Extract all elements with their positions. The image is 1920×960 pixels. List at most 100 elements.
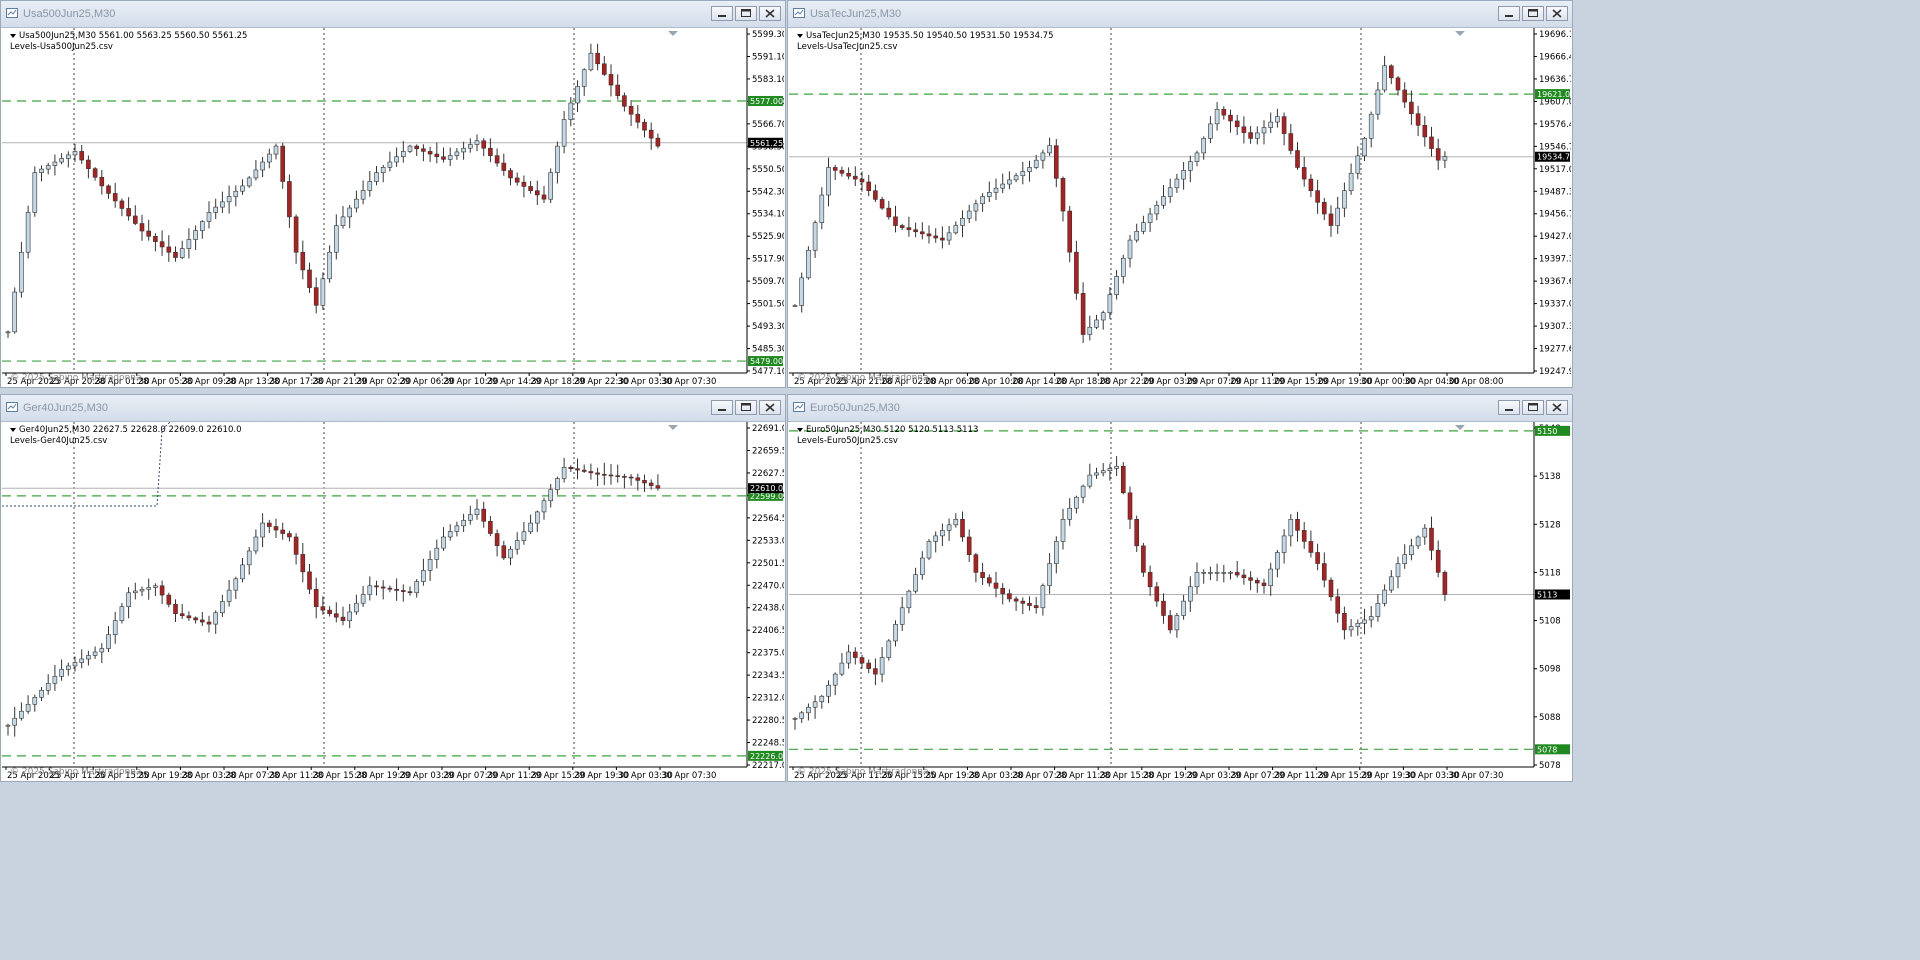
bull-candle: [45, 165, 51, 170]
price-chart[interactable]: 5599.305591.105583.105574.905566.705558.…: [2, 28, 784, 386]
chart-area[interactable]: 19696.1019666.4019636.7019607.0019576.40…: [789, 28, 1571, 386]
bull-candle: [1047, 563, 1052, 586]
bull-candle: [1348, 172, 1354, 191]
bull-candle: [99, 648, 105, 653]
bear-candle: [1120, 465, 1126, 494]
chart-area[interactable]: 5599.305591.105583.105574.905566.705558.…: [2, 28, 784, 386]
bull-candle: [126, 592, 131, 607]
minimize-button[interactable]: [1498, 6, 1520, 21]
price-chart[interactable]: 51485138512851185108509850885078 25 Apr …: [789, 422, 1571, 780]
bear-candle: [1060, 178, 1066, 212]
chart-window-ger40[interactable]: Ger40Jun25,M30 22691.0 22659.5 22627.5 2259…: [0, 394, 786, 782]
price-tick-label: 22248.5: [752, 739, 784, 749]
chart-area[interactable]: 22691.022659.522627.522596.022564.522533…: [2, 422, 784, 780]
one-click-trading-arrow[interactable]: [668, 31, 678, 36]
close-button[interactable]: [759, 6, 781, 21]
bull-candle: [32, 697, 38, 705]
one-click-trading-arrow[interactable]: [668, 425, 678, 430]
close-button[interactable]: [1546, 6, 1568, 21]
price-tick-label: 5525.90: [752, 232, 784, 242]
bull-candle: [112, 620, 118, 635]
chart-window-euro50[interactable]: Euro50Jun25,M30 514851385128511851085098…: [787, 394, 1573, 782]
price-tick-label: 5088: [1539, 713, 1561, 723]
bear-candle: [106, 185, 111, 194]
price-axis[interactable]: 19696.1019666.4019636.7019607.0019576.40…: [1534, 30, 1571, 377]
price-tick-label: 19247.90: [1539, 367, 1571, 377]
level-tag-label: 19621.00: [1537, 90, 1571, 99]
bear-candle: [575, 468, 580, 471]
bull-candle: [12, 717, 17, 726]
maximize-button[interactable]: [735, 400, 757, 415]
collapse-arrow-icon[interactable]: [10, 428, 16, 432]
chart-window-usatec[interactable]: UsaTecJun25,M30 19696.10 19666.40 19636.70…: [787, 0, 1573, 388]
one-click-trading-arrow[interactable]: [1455, 425, 1465, 430]
bear-candle: [1301, 530, 1307, 542]
bull-candle: [1268, 121, 1274, 128]
bull-candle: [266, 153, 272, 163]
bear-candle: [313, 588, 319, 607]
bull-candle: [1033, 159, 1039, 168]
price-axis[interactable]: 5599.305591.105583.105574.905566.705558.…: [747, 30, 784, 377]
bull-candle: [1275, 552, 1280, 570]
bull-candle: [320, 278, 326, 306]
bull-candle: [467, 144, 473, 149]
title-bar[interactable]: Euro50Jun25,M30: [788, 395, 1572, 422]
bull-candle: [1174, 615, 1180, 631]
bear-candle: [287, 181, 292, 218]
price-chart[interactable]: 19696.1019666.4019636.7019607.0019576.40…: [789, 28, 1571, 386]
bear-candle: [394, 588, 399, 591]
bull-candle: [394, 156, 399, 163]
bull-candle: [59, 669, 64, 677]
bear-candle: [648, 129, 654, 139]
chart-window-icon: [793, 402, 805, 412]
bear-candle: [1342, 612, 1347, 631]
bear-candle: [266, 522, 272, 527]
collapse-arrow-icon[interactable]: [797, 34, 803, 38]
bull-candle: [1154, 204, 1160, 215]
chart-window-usa500[interactable]: Usa500Jun25,M30 5599.30 5591.10 5583.10 557…: [0, 0, 786, 388]
bull-candle: [1194, 152, 1200, 162]
close-button[interactable]: [759, 400, 781, 415]
session-separators: [860, 28, 1362, 373]
title-bar[interactable]: UsaTecJun25,M30: [788, 1, 1572, 28]
price-tick-label: 19487.30: [1539, 187, 1571, 197]
bear-candle: [588, 471, 594, 474]
maximize-button[interactable]: [1522, 6, 1544, 21]
chart-area[interactable]: 51485138512851185108509850885078 25 Apr …: [789, 422, 1571, 780]
price-tick-label: 5138: [1539, 472, 1561, 482]
bull-candle: [233, 578, 239, 591]
price-tick-label: 5583.10: [752, 75, 784, 85]
bear-candle: [374, 585, 379, 588]
minimize-button[interactable]: [711, 6, 733, 21]
bull-candle: [1020, 171, 1026, 177]
title-bar[interactable]: Ger40Jun25,M30: [1, 395, 785, 422]
price-axis[interactable]: 22691.022659.522627.522596.022564.522533…: [747, 424, 784, 771]
current-price-tag-label: 22610.0: [750, 484, 783, 493]
bear-candle: [1315, 190, 1320, 203]
maximize-button[interactable]: [1522, 400, 1544, 415]
bull-candle: [133, 590, 138, 594]
maximize-button[interactable]: [735, 6, 757, 21]
candles: [5, 43, 661, 338]
bull-candle: [5, 724, 11, 727]
bull-candle: [213, 206, 218, 213]
bear-candle: [987, 577, 992, 584]
bull-candle: [447, 531, 453, 538]
chart-window-icon: [6, 402, 18, 412]
bull-candle: [1114, 465, 1119, 469]
bull-candle: [45, 683, 51, 691]
title-bar[interactable]: Usa500Jun25,M30: [1, 1, 785, 28]
bull-candle: [25, 703, 31, 712]
collapse-arrow-icon[interactable]: [10, 34, 16, 38]
price-tick-label: 5078: [1539, 761, 1561, 771]
price-tick-label: 19576.40: [1539, 120, 1571, 130]
bear-candle: [1027, 603, 1032, 606]
one-click-trading-arrow[interactable]: [1455, 31, 1465, 36]
bear-candle: [488, 521, 493, 534]
close-button[interactable]: [1546, 400, 1568, 415]
minimize-button[interactable]: [711, 400, 733, 415]
minimize-button[interactable]: [1498, 400, 1520, 415]
price-chart[interactable]: 22691.022659.522627.522596.022564.522533…: [2, 422, 784, 780]
price-tick-label: 22312.0: [752, 694, 784, 704]
bear-candle: [595, 472, 600, 475]
